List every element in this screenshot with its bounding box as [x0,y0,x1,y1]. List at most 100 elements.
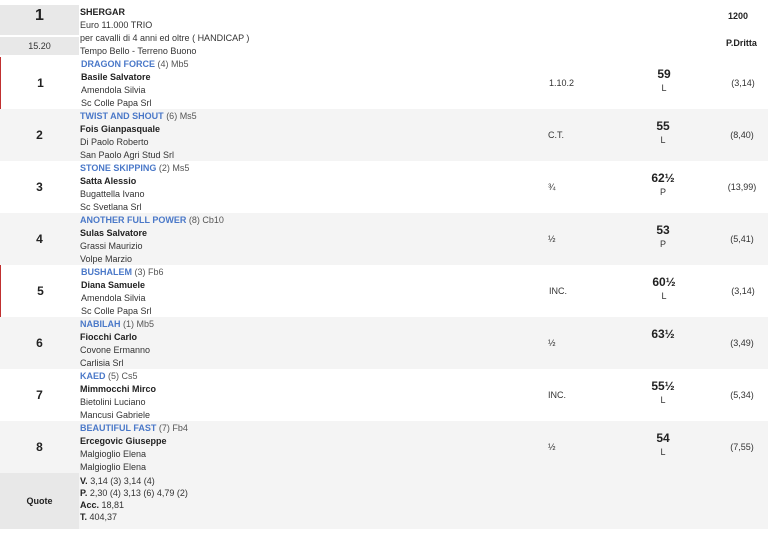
horse-name-link[interactable]: TWIST AND SHOUT [80,111,164,121]
race-header: 1 15.20 SHERGAR Euro 11.000 TRIO per cav… [0,5,768,57]
finish-position: 6 [36,336,43,350]
jockey-name: Fiocchi Carlo [80,332,138,342]
jockey-name: Sulas Salvatore [80,228,148,238]
weight-note: P [659,187,666,197]
quote-label: Quote [0,473,79,529]
odds: (3,49) [730,338,754,348]
trainer-name: Bietolini Luciano [80,397,146,407]
runner-row: 1 DRAGON FORCE (4) Mb5 Basile Salvatore Ame… [0,57,769,109]
runner-row: 5 BUSHALEM (3) Fb6 Diana Samuele Amendola S… [0,265,769,317]
race-purse: Euro 11.000 TRIO [80,20,153,30]
runner-row: 4 ANOTHER FULL POWER (8) Cb10 Sulas Salvat… [0,213,768,265]
trainer-name: Amendola Silvia [81,85,146,95]
finish-position: 5 [37,284,44,298]
runner-row: 7 KAED (5) Cs5 Mimmocchi Mirco Bietolini Lu… [0,369,768,421]
weight: 62½ [651,171,675,185]
weight-note: L [660,395,666,405]
horse-line: BEAUTIFUL FAST (7) Fb4 [80,422,520,435]
race-info: SHERGAR Euro 11.000 TRIO per cavalli di … [80,6,520,58]
odds: (5,41) [730,234,754,244]
race-track: P.Dritta [726,38,757,48]
jockey-name: Basile Salvatore [81,72,151,82]
horse-draw: (8) Cb10 [188,215,224,225]
finish-position: 2 [36,128,43,142]
finish-position: 3 [36,180,43,194]
margin: C.T. [548,130,565,140]
margin: ½ [548,442,556,452]
race-time: 15.20 [0,37,79,55]
odds: (3,14) [731,286,755,296]
trainer-name: Malgioglio Elena [80,449,147,459]
weight-note: L [661,83,667,93]
weight: 53 [656,223,670,237]
weight: 55 [656,119,670,133]
quote-info: V. 3,14 (3) 3,14 (4) P. 2,30 (4) 3,13 (6… [80,475,520,523]
weight: 63½ [651,327,675,341]
horse-draw: (3) Fb6 [134,267,164,277]
horse-draw: (6) Ms5 [166,111,197,121]
trainer-name: Di Paolo Roberto [80,137,149,147]
horse-draw: (5) Cs5 [108,371,138,381]
odds: (13,99) [727,182,757,192]
quote-piazzato: P. 2,30 (4) 3,13 (6) 4,79 (2) [80,488,188,498]
runner-row: 8 BEAUTIFUL FAST (7) Fb4 Ercegovic Giusepp… [0,421,768,473]
race-number: 1 [35,7,44,24]
runner-info: BEAUTIFUL FAST (7) Fb4 Ercegovic Giuseppe… [80,422,520,474]
horse-name-link[interactable]: ANOTHER FULL POWER [80,215,186,225]
runner-info: ANOTHER FULL POWER (8) Cb10 Sulas Salvato… [80,214,520,266]
quote-accoppiata: Acc. 18,81 [80,500,125,510]
horse-draw: (2) Ms5 [158,163,190,173]
runner-info: DRAGON FORCE (4) Mb5 Basile Salvatore Amen… [81,58,521,110]
runner-info: NABILAH (1) Mb5 Fiocchi Carlo Covone Erman… [80,318,520,370]
finish-position: 1 [37,76,44,90]
odds: (3,14) [731,78,755,88]
weight-note: L [660,135,666,145]
horse-name-link[interactable]: NABILAH [80,319,121,329]
runner-info: TWIST AND SHOUT (6) Ms5 Fois Gianpasquale… [80,110,520,162]
weight-cell: 63½ [640,327,686,341]
horse-name-link[interactable]: STONE SKIPPING [80,163,156,173]
horse-line: ANOTHER FULL POWER (8) Cb10 [80,214,520,227]
trainer-name: Amendola Silvia [81,293,146,303]
horse-line: DRAGON FORCE (4) Mb5 [81,58,521,71]
margin: ½ [548,338,556,348]
weight: 59 [657,67,671,81]
horse-name-link[interactable]: KAED [80,371,106,381]
runner-info: BUSHALEM (3) Fb6 Diana Samuele Amendola Si… [81,266,521,318]
weight-note: P [659,239,666,249]
trainer-name: Covone Ermanno [80,345,151,355]
weight-cell: 59 L [641,67,687,95]
quote-vincente: V. 3,14 (3) 3,14 (4) [80,476,155,486]
horse-line: NABILAH (1) Mb5 [80,318,520,331]
horse-name-link[interactable]: BEAUTIFUL FAST [80,423,156,433]
race-name: SHERGAR [80,7,126,17]
runner-row: 2 TWIST AND SHOUT (6) Ms5 Fois Gianpasqual… [0,109,768,161]
runner-row: 6 NABILAH (1) Mb5 Fiocchi Carlo Covone Erma… [0,317,768,369]
odds: (7,55) [730,442,754,452]
horse-name-link[interactable]: BUSHALEM [81,267,132,277]
margin: 1.10.2 [549,78,575,88]
runner-info: KAED (5) Cs5 Mimmocchi Mirco Bietolini Luc… [80,370,520,422]
finish-position: 4 [36,232,43,246]
trainer-name: Bugattella Ivano [80,189,145,199]
horse-draw: (1) Mb5 [123,319,155,329]
weight-cell: 62½ P [640,171,686,199]
weight: 54 [656,431,670,445]
horse-line: BUSHALEM (3) Fb6 [81,266,521,279]
jockey-name: Fois Gianpasquale [80,124,161,134]
horse-line: TWIST AND SHOUT (6) Ms5 [80,110,520,123]
weight-note: L [661,291,667,301]
weight-note: L [660,447,666,457]
horse-name-link[interactable]: DRAGON FORCE [81,59,155,69]
trainer-name: Grassi Maurizio [80,241,143,251]
weight-cell: 55 L [640,119,686,147]
race-distance: 1200 [728,11,749,21]
odds: (5,34) [730,390,754,400]
margin: ¾ [548,182,556,192]
horse-draw: (4) Mb5 [157,59,189,69]
margin: INC. [548,390,566,400]
odds: (8,40) [730,130,754,140]
weight: 55½ [651,379,675,393]
weight: 60½ [652,275,676,289]
quote-row: Quote V. 3,14 (3) 3,14 (4) P. 2,30 (4) 3… [0,473,768,529]
